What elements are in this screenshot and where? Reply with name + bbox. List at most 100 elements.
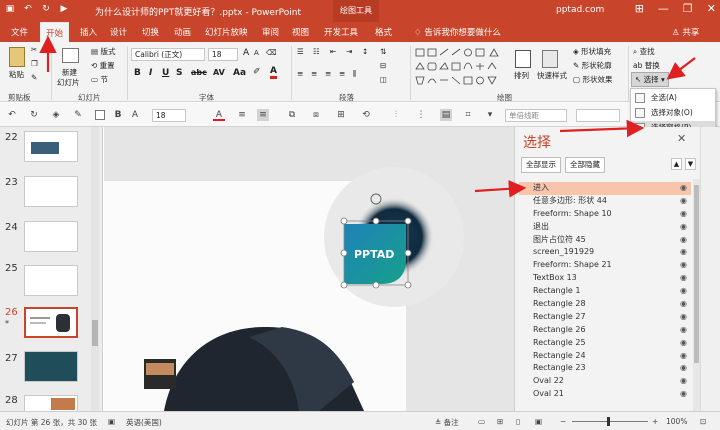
eye-icon[interactable]: ◉ bbox=[680, 298, 687, 311]
language-indicator[interactable]: 英语(美国) bbox=[126, 417, 162, 428]
selection-pane-scrollbar[interactable] bbox=[693, 179, 700, 411]
highlight-icon[interactable]: ✐ bbox=[253, 67, 261, 77]
align-center-icon[interactable]: ≡ bbox=[257, 109, 269, 121]
align-text-icon[interactable]: ⊟ bbox=[380, 61, 386, 70]
paste-icon[interactable] bbox=[9, 47, 25, 67]
undo-icon[interactable]: ↶ bbox=[6, 109, 18, 121]
slide-sorter-icon[interactable]: ⊞ bbox=[497, 417, 503, 426]
undo-icon[interactable]: ↶ bbox=[22, 3, 34, 15]
layer-item[interactable]: Rectangle 24 ◉ bbox=[519, 350, 691, 363]
font-name-box[interactable]: Calibri (正文) bbox=[131, 48, 205, 61]
eye-icon[interactable]: ◉ bbox=[680, 337, 687, 350]
char-spacing-icon[interactable]: AV bbox=[213, 68, 225, 77]
eye-icon[interactable]: ◉ bbox=[680, 362, 687, 375]
font-size-up-icon[interactable]: A bbox=[129, 109, 141, 121]
spelling-icon[interactable]: ▣ bbox=[108, 417, 115, 426]
slide-thumbnail-26[interactable] bbox=[24, 307, 78, 338]
redo-icon[interactable]: ↻ bbox=[40, 3, 52, 15]
layer-item[interactable]: Freeform: Shape 10 ◉ bbox=[519, 208, 691, 221]
layer-item[interactable]: Rectangle 1 ◉ bbox=[519, 285, 691, 298]
tab-format[interactable]: 格式 bbox=[375, 26, 392, 38]
menu-item-select-objects[interactable]: 选择对象(O) bbox=[631, 106, 715, 120]
restore-button[interactable]: ❐ bbox=[683, 2, 693, 15]
cut-icon[interactable]: ✂ bbox=[31, 45, 37, 54]
group-icon[interactable]: ⊞ bbox=[335, 109, 347, 121]
quick-styles-label[interactable]: 快速样式 bbox=[537, 70, 567, 81]
shape-gallery[interactable] bbox=[414, 47, 502, 87]
strikethrough-icon[interactable]: abc bbox=[191, 68, 207, 77]
shrink-font-icon[interactable]: A bbox=[254, 49, 259, 57]
slide-thumbnail-23[interactable] bbox=[24, 176, 78, 207]
tell-me-search[interactable]: ♢ 告诉我你想要做什么 bbox=[414, 26, 501, 38]
copy-icon[interactable]: ❐ bbox=[31, 59, 38, 68]
layer-item[interactable]: Oval 21 ◉ bbox=[519, 388, 691, 401]
eye-icon[interactable]: ◉ bbox=[680, 246, 687, 259]
text-direction-icon[interactable]: ⇅ bbox=[380, 47, 386, 56]
eye-icon[interactable]: ◉ bbox=[680, 285, 687, 298]
eye-icon[interactable]: ◉ bbox=[680, 350, 687, 363]
slide-thumbnail-22[interactable] bbox=[24, 131, 78, 162]
present-icon[interactable]: ▶ bbox=[58, 3, 70, 15]
fit-slide-icon[interactable]: ⊡ bbox=[700, 417, 706, 426]
layer-item[interactable]: 任意多边形: 形状 44 ◉ bbox=[519, 195, 691, 208]
layer-item[interactable]: Rectangle 28 ◉ bbox=[519, 298, 691, 311]
logo-text[interactable]: PPTAD bbox=[354, 248, 394, 261]
toolbar-combo-2[interactable] bbox=[576, 109, 620, 122]
slideshow-icon[interactable]: ▣ bbox=[535, 417, 542, 426]
tab-home[interactable]: 开始 bbox=[40, 22, 70, 42]
tab-insert[interactable]: 插入 bbox=[80, 26, 97, 38]
reset-button[interactable]: ⟲ 重置 bbox=[91, 60, 115, 71]
shape-effects-button[interactable]: ▢ 形状效果 bbox=[573, 74, 612, 85]
tab-view[interactable]: 视图 bbox=[292, 26, 309, 38]
shape-outline-icon[interactable]: ✎ bbox=[72, 109, 84, 121]
layer-item[interactable]: Rectangle 25 ◉ bbox=[519, 337, 691, 350]
account-name[interactable]: pptad.com bbox=[556, 5, 604, 15]
thumbnails-scrollbar[interactable] bbox=[91, 127, 99, 411]
share-button[interactable]: ♙ 共享 bbox=[672, 26, 699, 38]
close-icon[interactable]: ✕ bbox=[677, 132, 686, 145]
show-all-button[interactable]: 全部显示 bbox=[521, 157, 561, 173]
eye-icon[interactable]: ◉ bbox=[680, 234, 687, 247]
zoom-out-icon[interactable]: − bbox=[560, 417, 566, 426]
section-button[interactable]: ▭ 节 bbox=[91, 74, 108, 85]
tab-animations[interactable]: 动画 bbox=[174, 26, 191, 38]
clear-format-icon[interactable]: ⌫ bbox=[266, 48, 277, 57]
shape-fill-button[interactable]: ◈ 形状填充 bbox=[573, 46, 611, 57]
new-slide-icon[interactable] bbox=[62, 48, 79, 63]
more-icon[interactable]: ▾ bbox=[484, 109, 496, 121]
paste-label[interactable]: 粘贴 bbox=[9, 69, 24, 80]
grow-font-icon[interactable]: A bbox=[243, 48, 249, 58]
zoom-level[interactable]: 100% bbox=[666, 417, 687, 426]
send-backward-icon[interactable]: ⧈ bbox=[310, 109, 322, 121]
distribute-icon[interactable]: ⋮ bbox=[415, 109, 427, 121]
layer-item[interactable]: Rectangle 27 ◉ bbox=[519, 311, 691, 324]
eye-icon[interactable]: ◉ bbox=[680, 388, 687, 401]
bold-icon[interactable]: B bbox=[134, 68, 141, 78]
tab-design[interactable]: 设计 bbox=[110, 26, 127, 38]
eye-icon[interactable]: ◉ bbox=[680, 324, 687, 337]
eye-icon[interactable]: ◉ bbox=[680, 195, 687, 208]
eye-icon[interactable]: ◉ bbox=[680, 182, 687, 195]
arrange-label[interactable]: 排列 bbox=[514, 70, 529, 81]
find-button[interactable]: ⌕ 查找 bbox=[633, 46, 655, 57]
replace-button[interactable]: ab 替换 bbox=[633, 60, 660, 71]
eye-icon[interactable]: ◉ bbox=[680, 311, 687, 324]
quick-styles-icon[interactable] bbox=[542, 50, 558, 68]
layer-item[interactable]: Rectangle 26 ◉ bbox=[519, 324, 691, 337]
notes-button[interactable]: ≜ 备注 bbox=[435, 417, 459, 428]
eye-icon[interactable]: ◉ bbox=[680, 208, 687, 221]
layer-item[interactable]: Oval 22 ◉ bbox=[519, 375, 691, 388]
layer-item[interactable]: 退出 ◉ bbox=[519, 221, 691, 234]
font-size-box[interactable]: 18 bbox=[208, 48, 238, 61]
rotate-icon[interactable]: ⟲ bbox=[360, 109, 372, 121]
bring-forward-icon[interactable]: ⧉ bbox=[286, 109, 298, 121]
italic-icon[interactable]: I bbox=[149, 68, 152, 78]
font-color-icon[interactable]: A bbox=[270, 66, 277, 79]
align-left-icon[interactable]: ≡ bbox=[297, 69, 303, 78]
shadow-icon[interactable]: S bbox=[176, 68, 182, 78]
zoom-slider-thumb[interactable] bbox=[607, 417, 610, 426]
numbering-icon[interactable]: ☷ bbox=[313, 47, 320, 56]
shape-fill-icon[interactable]: ◈ bbox=[50, 109, 62, 121]
tab-slideshow[interactable]: 幻灯片放映 bbox=[205, 26, 248, 38]
scrollbar-thumb[interactable] bbox=[694, 185, 699, 363]
